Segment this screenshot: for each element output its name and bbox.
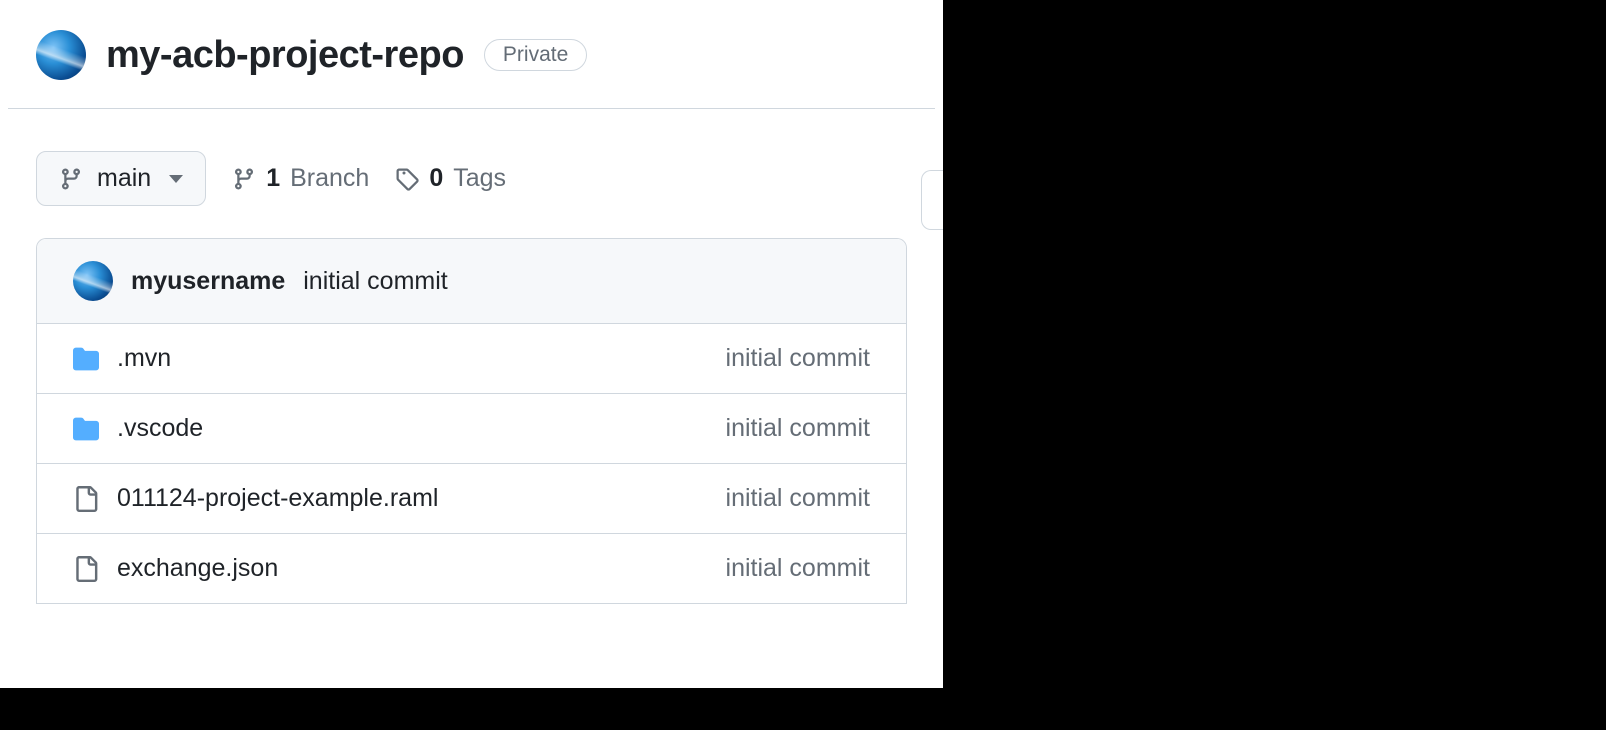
table-row[interactable]: exchange.json initial commit [37,534,906,604]
visibility-badge: Private [484,39,587,71]
branches-link[interactable]: 1 Branch [232,164,369,193]
committer-username[interactable]: myusername [131,267,285,296]
file-name[interactable]: .vscode [117,414,203,443]
cut-off-button[interactable] [921,170,943,230]
git-branch-icon [232,167,256,191]
repo-name[interactable]: my-acb-project-repo [106,34,464,77]
tag-label: Tags [453,164,506,193]
git-branch-icon [59,167,83,191]
file-commit-message[interactable]: initial commit [726,484,870,513]
repo-header: my-acb-project-repo Private [0,0,943,108]
tag-icon [395,167,419,191]
latest-commit-message[interactable]: initial commit [303,267,447,296]
table-row[interactable]: .mvn initial commit [37,324,906,394]
file-panel: myusername initial commit .mvn initial c… [36,238,907,604]
tags-link[interactable]: 0 Tags [395,164,506,193]
folder-icon [73,416,99,442]
branch-selector-label: main [97,164,151,193]
repo-avatar[interactable] [36,30,86,80]
file-commit-message[interactable]: initial commit [726,344,870,373]
file-commit-message[interactable]: initial commit [726,554,870,583]
file-icon [73,486,99,512]
file-name[interactable]: exchange.json [117,554,278,583]
latest-commit-row[interactable]: myusername initial commit [37,239,906,324]
table-row[interactable]: 011124-project-example.raml initial comm… [37,464,906,534]
tag-count: 0 [429,164,443,193]
committer-avatar[interactable] [73,261,113,301]
branch-selector[interactable]: main [36,151,206,206]
branch-count: 1 [266,164,280,193]
caret-down-icon [169,175,183,183]
repo-toolbar: main 1 Branch 0 Tags [0,109,943,238]
table-row[interactable]: .vscode initial commit [37,394,906,464]
file-icon [73,556,99,582]
branch-label: Branch [290,164,369,193]
folder-icon [73,346,99,372]
file-name[interactable]: .mvn [117,344,171,373]
file-name[interactable]: 011124-project-example.raml [117,484,438,513]
file-commit-message[interactable]: initial commit [726,414,870,443]
